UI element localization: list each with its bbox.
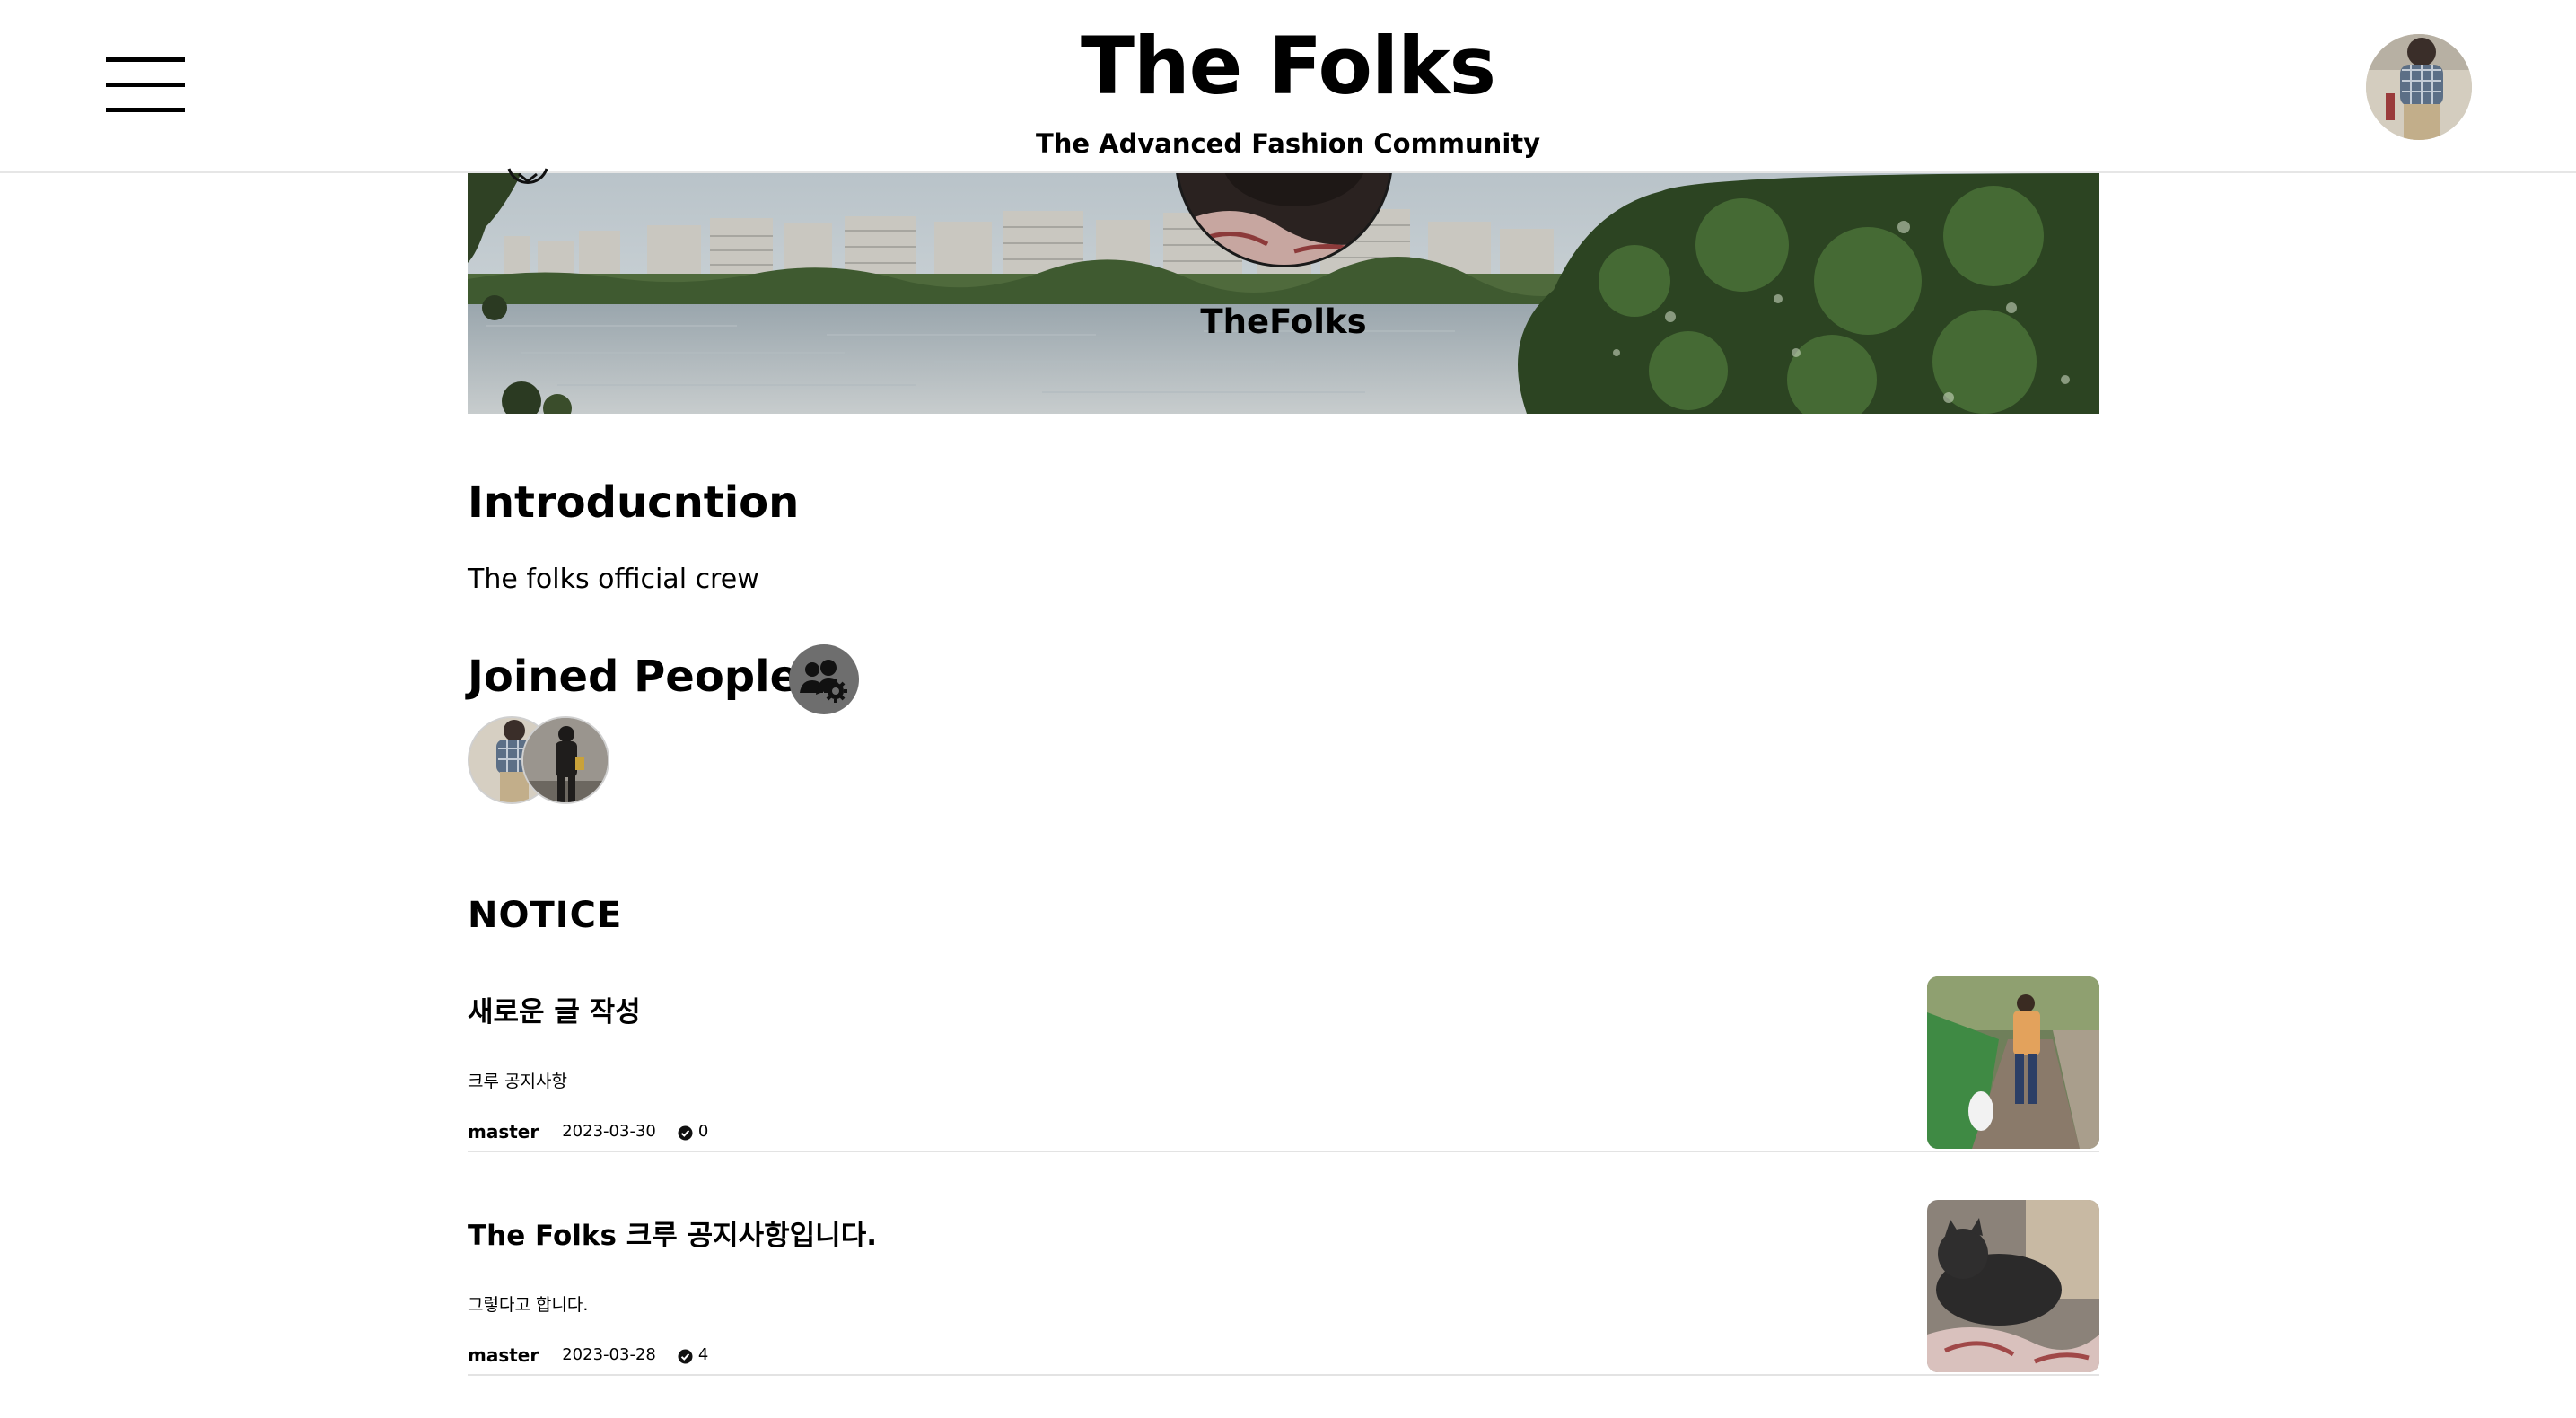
post-subtitle: 크루 공지사항 [468,1072,567,1091]
post-date: 2023-03-30 [562,1122,656,1141]
notice-post[interactable]: 새로운 글 작성 크루 공지사항 master 2023-03-30 0 [468,976,2099,1152]
post-author: master [468,1344,539,1366]
site-title[interactable]: The Folks [0,20,2576,113]
post-title[interactable]: 새로운 글 작성 [468,994,641,1030]
chevron-circle-icon[interactable] [505,160,550,197]
post-count: 0 [697,1122,709,1141]
post-thumbnail[interactable] [1927,976,2099,1149]
introduction-heading: Introducntion [468,477,800,528]
post-subtitle: 그렇다고 합니다. [468,1295,589,1315]
user-avatar[interactable] [2366,34,2472,140]
check-circle-icon [678,1348,693,1363]
top-header: The Folks The Advanced Fashion Community [0,0,2576,173]
post-thumbnail[interactable] [1927,1200,2099,1372]
member-avatar[interactable] [521,716,609,804]
post-meta: master 2023-03-28 4 [468,1344,708,1367]
post-count: 4 [697,1345,709,1364]
post-date: 2023-03-28 [562,1345,656,1364]
introduction-text: The folks official crew [468,564,759,595]
notice-post[interactable]: The Folks 크루 공지사항입니다. 그렇다고 합니다. master 2… [468,1200,2099,1376]
crew-name: TheFolks [1200,302,1367,341]
post-author: master [468,1121,539,1142]
post-meta: master 2023-03-30 0 [468,1120,708,1143]
site-subtitle: The Advanced Fashion Community [1035,128,1541,159]
joined-people-heading: Joined People [468,652,800,702]
users-cog-icon[interactable] [789,644,859,714]
check-circle-icon [678,1125,693,1140]
notice-heading: NOTICE [468,895,623,936]
post-title[interactable]: The Folks 크루 공지사항입니다. [468,1218,877,1254]
